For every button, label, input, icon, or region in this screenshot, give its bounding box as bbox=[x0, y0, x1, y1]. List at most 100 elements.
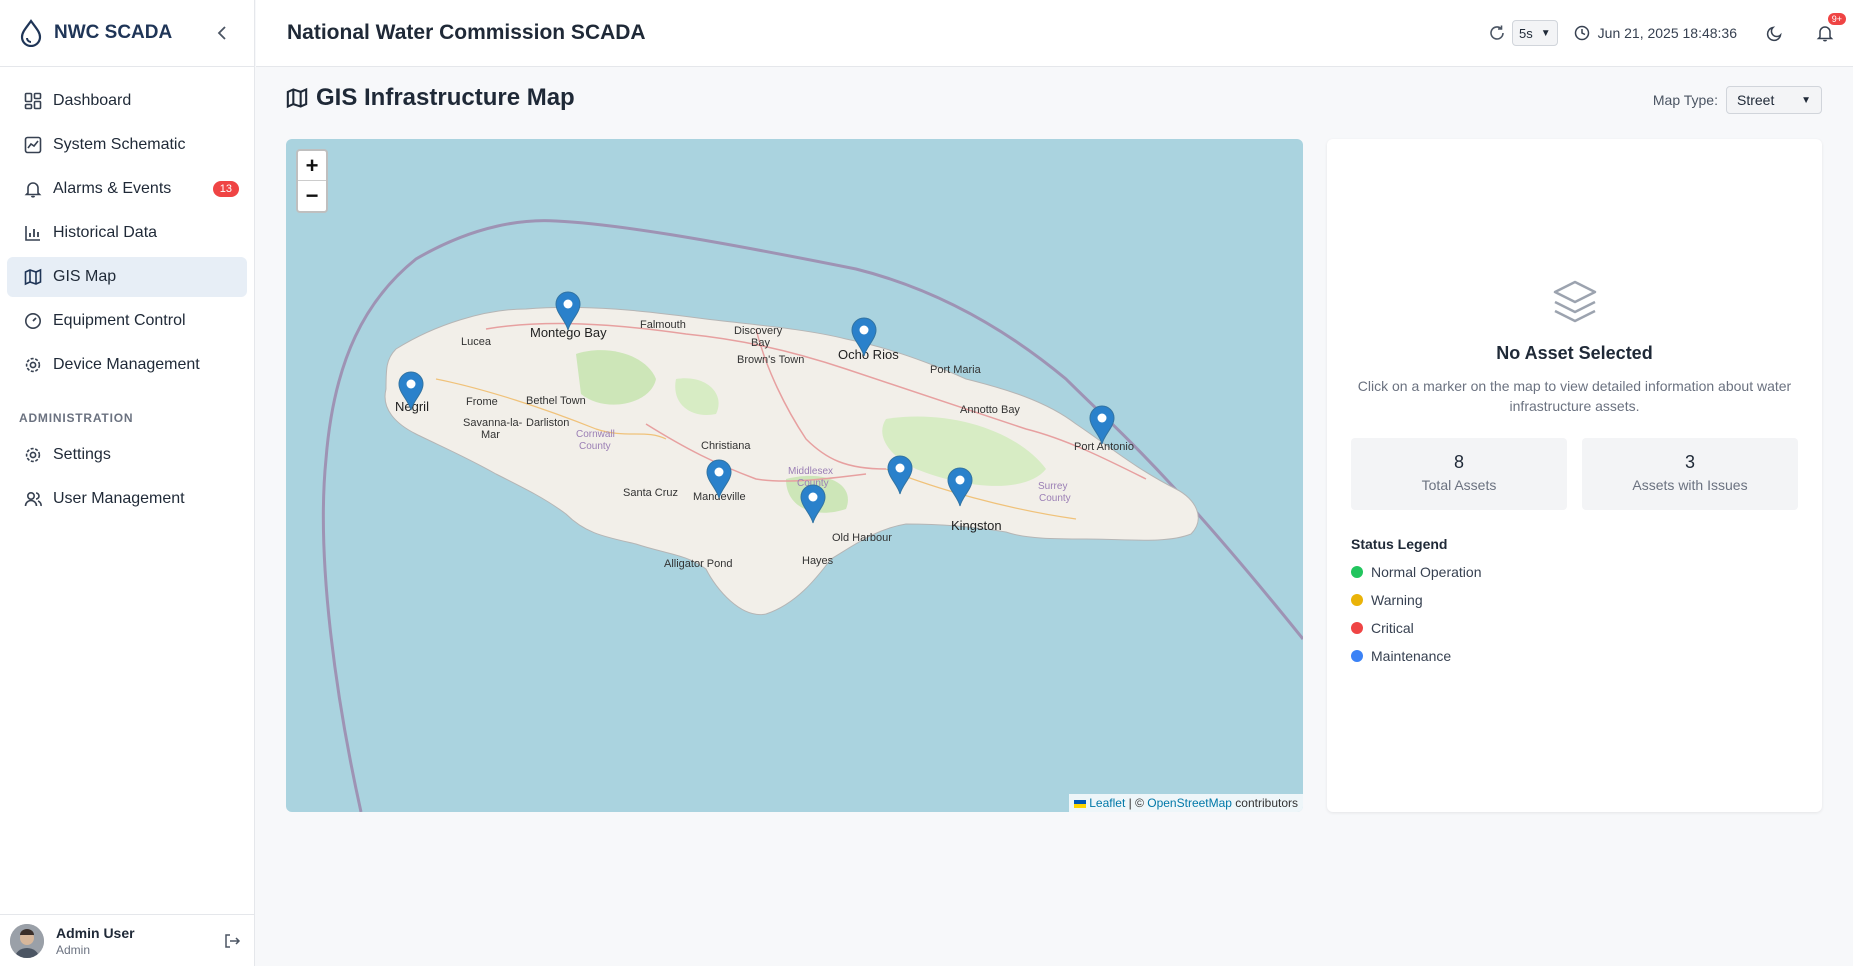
empty-state-title: No Asset Selected bbox=[1496, 343, 1653, 363]
sidebar-item-label: Dashboard bbox=[53, 92, 132, 109]
status-dot bbox=[1351, 594, 1363, 606]
theme-toggle-button[interactable] bbox=[1763, 21, 1787, 45]
stat-assets-with-issues: 3 Assets with Issues bbox=[1582, 438, 1798, 510]
notification-badge: 9+ bbox=[1827, 13, 1846, 25]
refresh-interval-select[interactable]: 5s ▼ bbox=[1512, 20, 1558, 46]
page-title-text: GIS Infrastructure Map bbox=[316, 84, 575, 111]
attribution-tail: contributors bbox=[1231, 796, 1298, 810]
user-name: Admin User bbox=[56, 924, 135, 941]
map-label: Alligator Pond bbox=[664, 558, 733, 570]
legend-label: Critical bbox=[1371, 620, 1414, 636]
sidebar-item-alarms-events[interactable]: Alarms & Events 13 bbox=[7, 169, 247, 209]
avatar[interactable] bbox=[10, 923, 44, 958]
sidebar-item-label: Equipment Control bbox=[53, 312, 186, 329]
user-role: Admin bbox=[56, 942, 91, 957]
asset-marker[interactable] bbox=[706, 459, 732, 499]
map-label: County bbox=[1039, 493, 1071, 504]
current-datetime: Jun 21, 2025 18:48:36 bbox=[1574, 25, 1737, 41]
map-label: Discovery bbox=[734, 325, 783, 337]
asset-marker[interactable] bbox=[555, 291, 581, 331]
top-header: National Water Commission SCADA 5s ▼ Jun… bbox=[256, 0, 1853, 67]
asset-marker[interactable] bbox=[1089, 405, 1115, 445]
map-type-select[interactable]: Street ▼ bbox=[1726, 86, 1822, 114]
legend-label: Maintenance bbox=[1371, 648, 1452, 664]
page-title: GIS Infrastructure Map bbox=[286, 84, 575, 112]
map-type-label: Map Type: bbox=[1652, 92, 1718, 108]
zoom-control: + − bbox=[296, 149, 328, 213]
gis-map[interactable]: + − Montego Bay Falmouth Discovery Bay O… bbox=[286, 139, 1303, 812]
map-label: Darliston bbox=[526, 417, 570, 429]
collapse-sidebar-button[interactable] bbox=[212, 23, 232, 43]
asset-marker[interactable] bbox=[800, 484, 826, 524]
sidebar-item-user-management[interactable]: User Management bbox=[7, 479, 247, 519]
map-label: Frome bbox=[466, 396, 498, 408]
water-drop-logo-icon bbox=[16, 18, 46, 48]
legend-item-critical: Critical bbox=[1351, 614, 1798, 642]
zoom-out-button[interactable]: − bbox=[298, 181, 326, 211]
gear-icon bbox=[23, 445, 43, 465]
map-type-value: Street bbox=[1737, 92, 1775, 108]
status-dot bbox=[1351, 566, 1363, 578]
sidebar-item-label: Historical Data bbox=[53, 224, 158, 241]
alarm-count-badge: 13 bbox=[212, 181, 239, 197]
bar-chart-icon bbox=[23, 223, 43, 243]
status-legend: Status Legend Normal Operation Warning C… bbox=[1327, 510, 1822, 670]
sidebar-item-system-schematic[interactable]: System Schematic bbox=[7, 125, 247, 165]
asset-marker[interactable] bbox=[947, 467, 973, 507]
brand: NWC SCADA bbox=[0, 0, 254, 67]
map-label: County bbox=[579, 441, 611, 452]
status-dot bbox=[1351, 650, 1363, 662]
main-nav: Dashboard System Schematic Alarms & Even… bbox=[0, 67, 254, 519]
attribution-separator: | © bbox=[1125, 796, 1148, 810]
legend-item-maintenance: Maintenance bbox=[1351, 642, 1798, 670]
map-attribution: Leaflet | © OpenStreetMap contributors bbox=[1069, 794, 1303, 812]
asset-marker[interactable] bbox=[887, 455, 913, 495]
stat-value: 3 bbox=[1684, 452, 1695, 472]
moon-icon bbox=[1766, 26, 1782, 42]
sidebar-item-settings[interactable]: Settings bbox=[7, 435, 247, 475]
map-label: Santa Cruz bbox=[623, 487, 679, 499]
map-label: Lucea bbox=[461, 336, 491, 348]
sidebar-item-device-management[interactable]: Device Management bbox=[7, 345, 247, 385]
sidebar-item-label: Alarms & Events bbox=[53, 180, 172, 197]
asset-marker[interactable] bbox=[851, 317, 877, 357]
logout-button[interactable] bbox=[223, 932, 241, 950]
notifications-button[interactable]: 9+ bbox=[1813, 13, 1846, 45]
sidebar-item-label: User Management bbox=[53, 490, 185, 507]
map-label: Port Maria bbox=[930, 364, 981, 376]
leaflet-link[interactable]: Leaflet bbox=[1089, 796, 1125, 810]
openstreetmap-link[interactable]: OpenStreetMap bbox=[1147, 796, 1232, 810]
chevron-down-icon: ▼ bbox=[1540, 27, 1551, 39]
clock-icon bbox=[1574, 25, 1589, 41]
map-label: Savanna-la- bbox=[463, 417, 523, 429]
sidebar-item-equipment-control[interactable]: Equipment Control bbox=[7, 301, 247, 341]
zoom-in-button[interactable]: + bbox=[298, 151, 326, 181]
sidebar-item-dashboard[interactable]: Dashboard bbox=[7, 81, 247, 121]
legend-item-normal: Normal Operation bbox=[1351, 558, 1798, 586]
empty-state: No Asset Selected Click on a marker on t… bbox=[1327, 278, 1822, 416]
sidebar-item-label: Device Management bbox=[53, 356, 200, 373]
map-label: Bethel Town bbox=[526, 395, 586, 407]
legend-label: Warning bbox=[1371, 592, 1423, 608]
sidebar-item-label: Settings bbox=[53, 446, 111, 463]
user-profile: Admin User Admin bbox=[0, 914, 255, 966]
chevron-down-icon: ▼ bbox=[1801, 94, 1811, 106]
asset-marker[interactable] bbox=[398, 371, 424, 411]
map-label: Middlesex bbox=[788, 466, 834, 477]
asset-stats: 8 Total Assets 3 Assets with Issues bbox=[1327, 438, 1822, 510]
map-icon bbox=[23, 267, 43, 287]
refresh-icon[interactable] bbox=[1488, 24, 1506, 42]
sidebar-item-label: System Schematic bbox=[53, 136, 186, 153]
users-icon bbox=[23, 489, 43, 509]
map-label: Old Harbour bbox=[832, 532, 892, 544]
schematic-icon bbox=[23, 135, 43, 155]
map-label: Annotto Bay bbox=[960, 404, 1020, 416]
stat-total-assets: 8 Total Assets bbox=[1351, 438, 1567, 510]
stat-value: 8 bbox=[1453, 452, 1464, 472]
map-label: Falmouth bbox=[640, 319, 686, 331]
sidebar-item-historical-data[interactable]: Historical Data bbox=[7, 213, 247, 253]
refresh-interval-value: 5s bbox=[1519, 25, 1533, 41]
status-dot bbox=[1351, 622, 1363, 634]
map-label: Kingston bbox=[951, 518, 1002, 533]
sidebar-item-gis-map[interactable]: GIS Map bbox=[7, 257, 247, 297]
